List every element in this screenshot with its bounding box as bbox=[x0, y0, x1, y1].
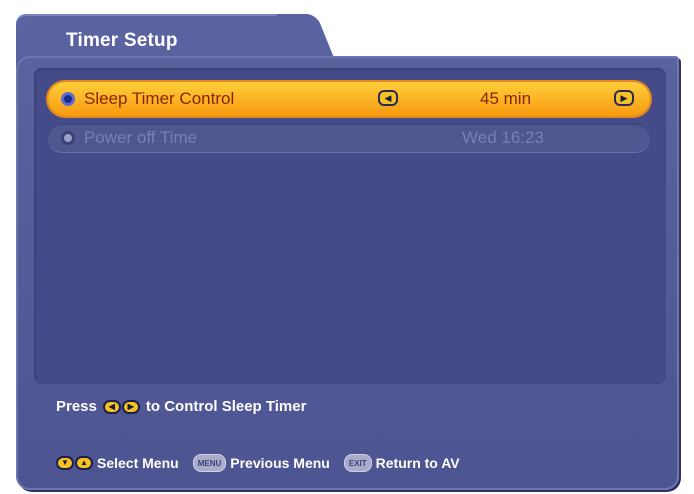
increase-arrow-icon[interactable]: ▶ bbox=[614, 90, 634, 106]
footer-select-label: Select Menu bbox=[97, 455, 179, 471]
menu-item-power-off-time: Power off Time Wed 16:23 bbox=[48, 124, 650, 152]
up-arrow-key-icon: ▲ bbox=[75, 456, 93, 470]
footer-previous-label: Previous Menu bbox=[230, 455, 330, 471]
footer-key-legend: ▼ ▲ Select Menu MENU Previous Menu EXIT … bbox=[56, 454, 474, 472]
bullet-icon bbox=[61, 131, 75, 145]
hint-suffix: to Control Sleep Timer bbox=[145, 398, 307, 415]
menu-item-label: Power off Time bbox=[84, 128, 198, 147]
down-arrow-key-icon: ▼ bbox=[56, 456, 74, 470]
menu-key-icon: MENU bbox=[192, 454, 227, 472]
hint-prefix: Press bbox=[56, 398, 97, 415]
footer-exit-label: Return to AV bbox=[375, 455, 460, 471]
power-off-time-value: Wed 16:23 bbox=[462, 128, 544, 147]
decrease-arrow-icon[interactable]: ◀ bbox=[378, 90, 398, 106]
footer-select-menu: ▼ ▲ Select Menu bbox=[56, 455, 179, 471]
right-arrow-key-icon: ▶ bbox=[121, 399, 140, 414]
exit-key-icon: EXIT bbox=[343, 454, 372, 472]
tv-osd-screen: Timer Setup Sleep Timer Control ◀ 45 min… bbox=[0, 0, 694, 494]
left-arrow-key-icon: ◀ bbox=[102, 399, 121, 414]
help-hint: Press ◀ ▶ to Control Sleep Timer bbox=[56, 398, 306, 415]
page-title: Timer Setup bbox=[66, 30, 178, 51]
menu-item-label: Sleep Timer Control bbox=[84, 89, 235, 108]
menu-item-sleep-timer-control[interactable]: Sleep Timer Control ◀ 45 min ▶ bbox=[48, 82, 650, 116]
footer-previous-menu: MENU Previous Menu bbox=[192, 454, 330, 472]
sleep-timer-value: 45 min bbox=[480, 89, 532, 108]
selected-bullet-icon bbox=[61, 92, 75, 106]
footer-return-to-av: EXIT Return to AV bbox=[343, 454, 460, 472]
